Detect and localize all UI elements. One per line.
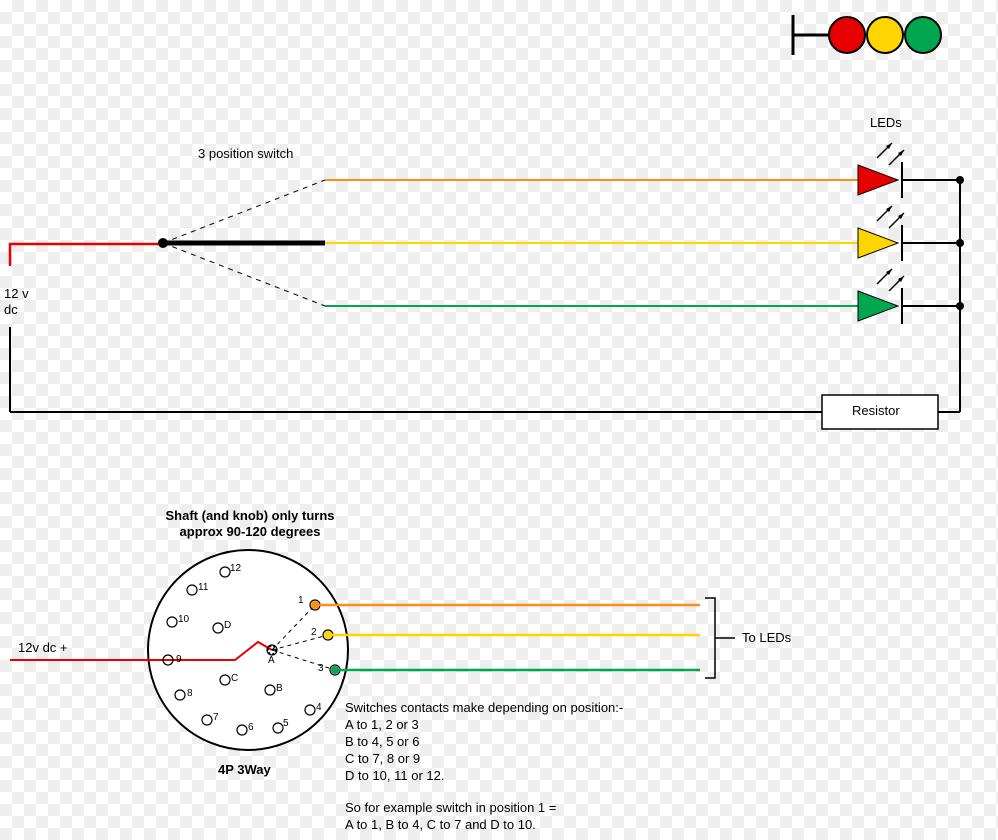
contacts-c: C to 7, 8 or 9 — [345, 751, 420, 766]
led-bracket — [705, 598, 715, 678]
term-b: B — [276, 683, 283, 694]
voltage-label-1: 12 v — [4, 286, 29, 301]
wire-12v-in — [10, 244, 163, 266]
term-11: 11 — [198, 582, 208, 593]
contacts-heading: Switches contacts make depending on posi… — [345, 700, 623, 715]
term-c: C — [231, 673, 238, 684]
shaft-note-1: Shaft (and knob) only turns — [130, 508, 370, 523]
contacts-a: A to 1, 2 or 3 — [345, 717, 419, 732]
term-3: 3 — [318, 663, 324, 674]
term-6: 6 — [248, 722, 254, 733]
term-4: 4 — [316, 702, 322, 713]
example-line2: A to 1, B to 4, C to 7 and D to 10. — [345, 817, 536, 832]
to-leds-label: To LEDs — [742, 630, 791, 645]
term-5: 5 — [283, 718, 289, 729]
switch-dash-bottom — [163, 243, 325, 306]
term-9: 9 — [176, 654, 182, 665]
led-green — [858, 269, 964, 324]
term-d: D — [224, 620, 231, 631]
term-10: 10 — [178, 614, 189, 625]
leds-label: LEDs — [870, 115, 902, 130]
term-12: 12 — [230, 563, 241, 574]
example-line1: So for example switch in position 1 = — [345, 800, 556, 815]
term-7: 7 — [213, 712, 219, 723]
switch-label: 3 position switch — [198, 146, 293, 161]
voltage-label-2: dc — [4, 302, 18, 317]
term-8: 8 — [187, 688, 193, 699]
switch-dash-top — [163, 180, 325, 243]
switch-type-label: 4P 3Way — [218, 762, 271, 777]
resistor-label: Resistor — [852, 403, 900, 418]
term-2: 2 — [311, 627, 317, 638]
voltage-in-lower: 12v dc + — [18, 640, 68, 655]
led-yellow — [858, 206, 964, 261]
contacts-b: B to 4, 5 or 6 — [345, 734, 419, 749]
term-a: A — [268, 655, 275, 666]
led-red — [858, 143, 964, 198]
shaft-note-2: approx 90-120 degrees — [130, 524, 370, 539]
contacts-d: D to 10, 11 or 12. — [345, 768, 445, 783]
term-1: 1 — [298, 595, 304, 606]
traffic-light-icon — [793, 15, 941, 55]
